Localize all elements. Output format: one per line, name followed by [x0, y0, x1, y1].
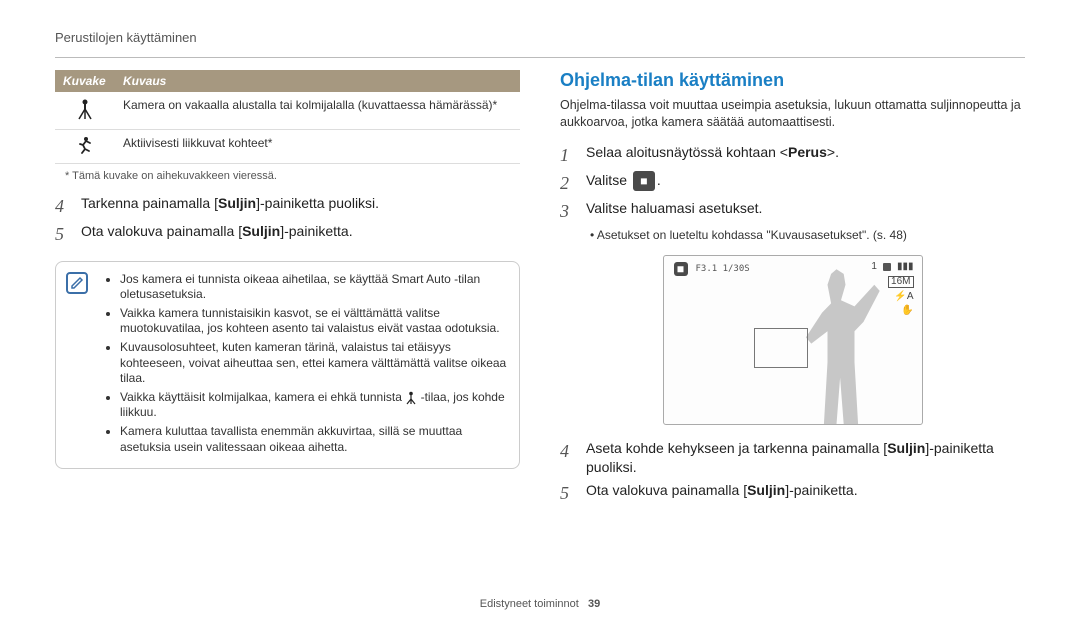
right-step-1: 1 Selaa aloitusnäytössä kohtaan <Perus>. — [560, 143, 1025, 167]
tripod-icon — [55, 92, 115, 130]
focus-frame — [754, 328, 808, 368]
breadcrumb: Perustilojen käyttäminen — [55, 30, 1025, 45]
step-number: 2 — [560, 171, 576, 195]
step-text: Valitse . — [586, 171, 661, 191]
right-step-2: 2 Valitse . — [560, 171, 1025, 195]
divider — [55, 57, 1025, 58]
section-heading: Ohjelma-tilan käyttäminen — [560, 70, 1025, 91]
card-icon — [883, 263, 891, 271]
camera-screen-illustration: F3.1 1/30S 1 ▮▮▮ 16M ⚡A ✋ — [663, 255, 923, 425]
step-number: 5 — [55, 222, 71, 246]
right-step-3: 3 Valitse haluamasi asetukset. — [560, 199, 1025, 223]
step-number: 3 — [560, 199, 576, 223]
page-number: 39 — [588, 598, 600, 610]
stabilizer-icon: ✋ — [901, 306, 913, 316]
row1-desc: Kamera on vakaalla alustalla tai kolmija… — [115, 92, 520, 130]
step-number: 4 — [55, 194, 71, 218]
right-step-4: 4 Aseta kohde kehykseen ja tarkenna pain… — [560, 439, 1025, 477]
step-3-subnote: • Asetukset on lueteltu kohdassa "Kuvaus… — [590, 228, 1025, 244]
table-row: Aktiivisesti liikkuvat kohteet* — [55, 130, 520, 164]
resolution-icon: 16M — [888, 276, 913, 288]
th-icon: Kuvake — [55, 70, 115, 92]
step-number: 4 — [560, 439, 576, 463]
shot-count: 1 — [871, 262, 877, 272]
footer-section: Edistyneet toiminnot — [480, 598, 579, 610]
right-step-5: 5 Ota valokuva painamalla [Suljin]-paini… — [560, 481, 1025, 505]
tripod-inline-icon — [405, 391, 417, 405]
icon-table: Kuvake Kuvaus Kamera on vakaalla alustal… — [55, 70, 520, 164]
left-step-5: 5 Ota valokuva painamalla [Suljin]-paini… — [55, 222, 520, 246]
step-text: Selaa aloitusnäytössä kohtaan <Perus>. — [586, 143, 839, 162]
left-column: Kuvake Kuvaus Kamera on vakaalla alustal… — [55, 70, 520, 590]
mode-program-icon — [633, 171, 655, 191]
note-item: Vaikka käyttäisit kolmijalkaa, kamera ei… — [120, 390, 507, 421]
step-text: Aseta kohde kehykseen ja tarkenna painam… — [586, 439, 1025, 477]
note-item: Vaikka kamera tunnistaisikin kasvot, se … — [120, 306, 507, 337]
table-row: Kamera on vakaalla alustalla tai kolmija… — [55, 92, 520, 130]
running-person-icon — [55, 130, 115, 164]
left-step-4: 4 Tarkenna painamalla [Suljin]-painikett… — [55, 194, 520, 218]
flash-auto-icon: ⚡A — [894, 292, 913, 302]
step-text: Tarkenna painamalla [Suljin]-painiketta … — [81, 194, 379, 213]
note-item: Kuvausolosuhteet, kuten kameran tärinä, … — [120, 340, 507, 387]
page-footer: Edistyneet toiminnot 39 — [55, 590, 1025, 610]
table-footnote: * Tämä kuvake on aihekuvakkeen vieressä. — [65, 170, 520, 182]
th-desc: Kuvaus — [115, 70, 520, 92]
info-note-box: Jos kamera ei tunnista oikeaa aihetilaa,… — [55, 261, 520, 470]
step-number: 1 — [560, 143, 576, 167]
note-icon — [66, 272, 88, 294]
step-text: Ota valokuva painamalla [Suljin]-painike… — [81, 222, 353, 241]
section-intro: Ohjelma-tilassa voit muuttaa useimpia as… — [560, 97, 1025, 131]
step-text: Valitse haluamasi asetukset. — [586, 199, 762, 218]
step-number: 5 — [560, 481, 576, 505]
mode-icon-mini — [674, 262, 688, 276]
note-item: Jos kamera ei tunnista oikeaa aihetilaa,… — [120, 272, 507, 303]
battery-icon: ▮▮▮ — [897, 262, 914, 272]
row2-desc: Aktiivisesti liikkuvat kohteet* — [115, 130, 520, 164]
step-text: Ota valokuva painamalla [Suljin]-painike… — [586, 481, 858, 500]
exposure-readout: F3.1 1/30S — [696, 264, 750, 274]
right-column: Ohjelma-tilan käyttäminen Ohjelma-tilass… — [560, 70, 1025, 590]
note-item: Kamera kuluttaa tavallista enemmän akkuv… — [120, 424, 507, 455]
